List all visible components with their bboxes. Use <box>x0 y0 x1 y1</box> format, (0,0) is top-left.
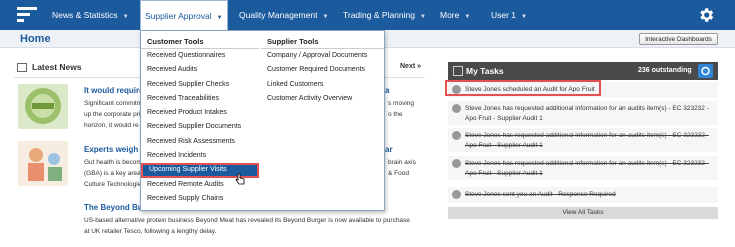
news-item-text: US-based alternative protein business Be… <box>84 217 410 224</box>
nav-more[interactable]: More ▼ <box>440 0 470 30</box>
news-next-link[interactable]: Next » <box>400 63 421 70</box>
news-item-title[interactable]: Experts weigh i <box>84 145 143 154</box>
task-text: Apo Fruit - Supplier Audit 1 <box>465 115 543 122</box>
task-text: Apo Fruit - Supplier Audit 1 <box>465 170 543 177</box>
menu-item-received-product-intakes[interactable]: Received Product Intakes <box>141 106 259 120</box>
chevron-down-icon: ▼ <box>322 14 329 20</box>
supplier-tools-column: Supplier Tools Company / Approval Docume… <box>261 31 384 106</box>
task-text: Steve Jones has requested additional inf… <box>465 105 709 112</box>
my-tasks-title: My Tasks <box>466 66 504 76</box>
menu-item-received-risk-assessments[interactable]: Received Risk Assessments <box>141 135 259 149</box>
nav-trading-planning[interactable]: Trading & Planning ▼ <box>343 0 426 30</box>
news-item-text: horizon, it would re <box>84 122 139 129</box>
chevron-down-icon: ▼ <box>122 14 129 20</box>
customer-tools-heading: Customer Tools <box>141 31 259 49</box>
my-tasks-header: My Tasks 236 outstanding <box>448 62 718 80</box>
news-item-text: Culture Technologie <box>84 181 142 188</box>
nav-quality-management[interactable]: Quality Management ▼ <box>239 0 328 30</box>
task-item[interactable]: Steve Jones has requested additional inf… <box>448 101 718 125</box>
interactive-dashboards-button[interactable]: Interactive Dashboards <box>639 33 718 45</box>
menu-item-received-traceabilities[interactable]: Received Traceabilities <box>141 92 259 106</box>
news-item-text: at UK retailer Tesco, following a length… <box>84 228 217 235</box>
supplier-tools-heading: Supplier Tools <box>261 31 384 49</box>
newspaper-icon <box>17 63 27 72</box>
menu-item-received-questionnaires[interactable]: Received Questionnaires <box>141 49 259 63</box>
menu-item-company-approval-documents[interactable]: Company / Approval Documents <box>261 49 384 63</box>
hand-cursor-icon <box>235 173 245 185</box>
task-status-icon <box>452 190 461 199</box>
nav-user[interactable]: User 1 ▼ <box>491 0 527 30</box>
chevron-down-icon: ▼ <box>464 14 471 20</box>
news-item-text-tail: & Food <box>388 170 409 177</box>
task-status-icon <box>452 159 461 168</box>
menu-item-received-supply-chains[interactable]: Received Supply Chains <box>141 192 259 206</box>
sustainability-badge-image <box>25 88 61 124</box>
menu-item-linked-customers[interactable]: Linked Customers <box>261 78 384 92</box>
latest-news-title: Latest News <box>32 62 82 72</box>
news-item-title[interactable]: It would require <box>84 86 144 95</box>
task-item[interactable]: Steve Jones has requested additional inf… <box>448 156 718 180</box>
task-text: Steve Jones has requested additional inf… <box>465 160 709 167</box>
news-item-title[interactable]: The Beyond Bu <box>84 203 143 212</box>
menu-item-received-supplier-checks[interactable]: Received Supplier Checks <box>141 78 259 92</box>
task-status-icon <box>452 131 461 140</box>
menu-item-received-incidents[interactable]: Received Incidents <box>141 149 259 163</box>
news-item-text: Significant commitm <box>84 100 143 107</box>
nav-label: Quality Management <box>239 10 318 20</box>
news-item-text: (GBA) is a key area <box>84 170 141 177</box>
nav-news-statistics[interactable]: News & Statistics ▼ <box>52 0 129 30</box>
tasks-icon <box>453 66 463 76</box>
chevron-down-icon: ▼ <box>216 15 223 21</box>
news-item-text-tail: o the <box>388 111 403 118</box>
menu-item-received-supplier-documents[interactable]: Received Supplier Documents <box>141 120 259 134</box>
news-item-text-tail: brain axis <box>388 159 416 166</box>
page-title: Home <box>20 33 51 45</box>
news-thumbnail[interactable] <box>18 84 68 129</box>
news-item-text: Gut health is becom <box>84 159 142 166</box>
task-item[interactable]: Steve Jones has requested additional inf… <box>448 128 718 152</box>
news-item-title-tail[interactable]: a <box>385 86 389 95</box>
nav-label: News & Statistics <box>52 10 118 20</box>
news-item-text-tail: s moving <box>388 100 415 107</box>
app-logo[interactable] <box>17 7 37 24</box>
supplier-approval-dropdown: Customer Tools Received Questionnaires R… <box>140 30 385 211</box>
tasks-outstanding-count: 236 outstanding <box>638 67 692 74</box>
refresh-icon <box>701 66 710 76</box>
news-thumbnail[interactable] <box>18 141 68 186</box>
news-item-text: up the corporate pri <box>84 111 141 118</box>
menu-item-received-audits[interactable]: Received Audits <box>141 63 259 77</box>
task-text: Steve Jones sent you an Audit - Response… <box>465 191 616 198</box>
nav-label: Supplier Approval <box>145 11 212 21</box>
nav-label: More <box>440 10 460 20</box>
task-text: Apo Fruit - Supplier Audit 1 <box>465 142 543 149</box>
chevron-down-icon: ▼ <box>521 14 527 20</box>
menu-item-customer-required-documents[interactable]: Customer Required Documents <box>261 63 384 77</box>
nav-label: Trading & Planning <box>343 10 415 20</box>
view-all-tasks-button[interactable]: View All Tasks <box>448 207 718 219</box>
menu-item-customer-activity-overview[interactable]: Customer Activity Overview <box>261 92 384 106</box>
nav-label: User 1 <box>491 10 517 20</box>
task-text: Steve Jones has requested additional inf… <box>465 132 709 139</box>
nav-supplier-approval[interactable]: Supplier Approval ▼ <box>140 0 228 30</box>
news-item-title-tail[interactable]: ar <box>385 145 393 154</box>
task-status-icon <box>452 104 461 113</box>
chevron-down-icon: ▼ <box>419 14 426 20</box>
gut-health-illustration <box>18 141 68 186</box>
highlight-box <box>445 80 601 96</box>
tasks-action-button[interactable] <box>698 64 713 78</box>
gear-icon[interactable] <box>697 6 715 24</box>
task-item[interactable]: Steve Jones sent you an Audit - Response… <box>448 187 718 203</box>
